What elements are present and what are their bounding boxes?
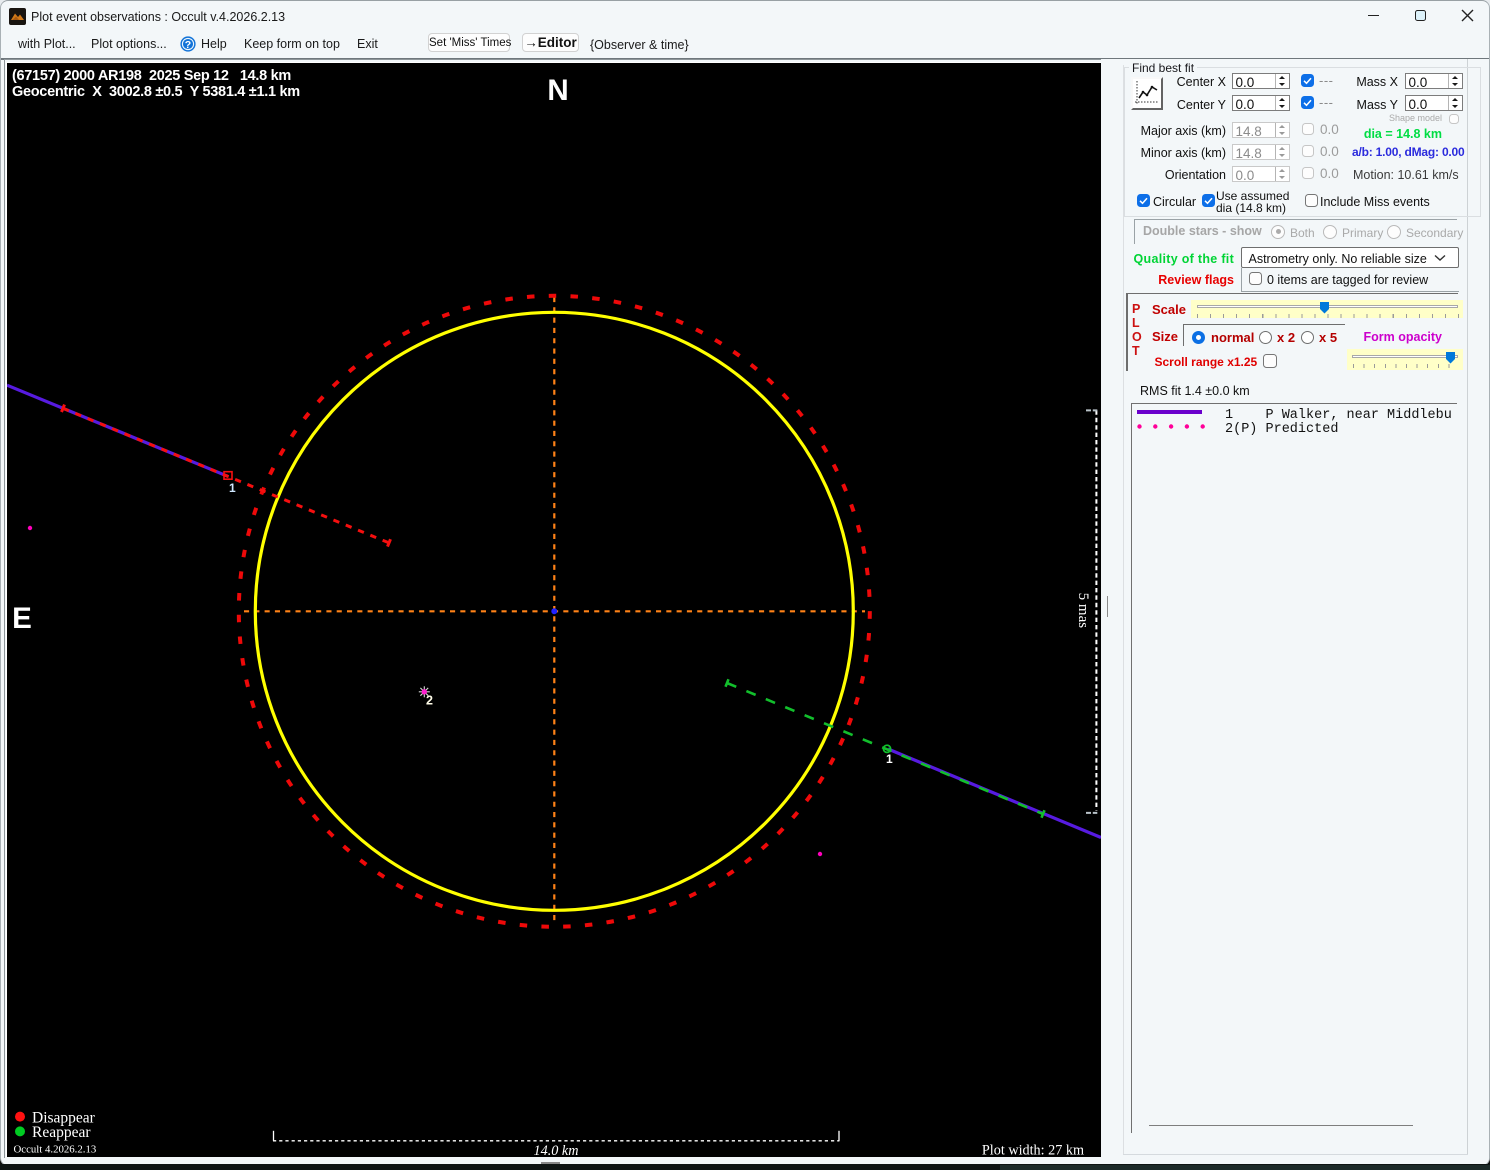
svg-text:N: N	[547, 74, 568, 107]
svg-text:Occult 4.2026.2.13: Occult 4.2026.2.13	[14, 1143, 97, 1155]
svg-text:1: 1	[229, 481, 236, 495]
svg-text:?: ?	[185, 39, 191, 51]
svg-text:14.0 km: 14.0 km	[534, 1143, 579, 1157]
svg-text:5 mas: 5 mas	[1075, 592, 1091, 628]
svg-text:(67157) 2000 AR198 2025 Sep 1: (67157) 2000 AR198 2025 Sep 12 14.8 km	[12, 68, 291, 84]
svg-text:E: E	[12, 602, 32, 635]
svg-text:Plot width: 27 km: Plot width: 27 km	[982, 1142, 1084, 1157]
svg-text:Reappear: Reappear	[32, 1123, 91, 1140]
svg-text:2: 2	[426, 693, 433, 707]
svg-text:Geocentric X 3002.8 ±0.5 Y: Geocentric X 3002.8 ±0.5 Y 5381.4 ±1.1 k…	[12, 84, 300, 100]
svg-text:1: 1	[886, 752, 893, 766]
